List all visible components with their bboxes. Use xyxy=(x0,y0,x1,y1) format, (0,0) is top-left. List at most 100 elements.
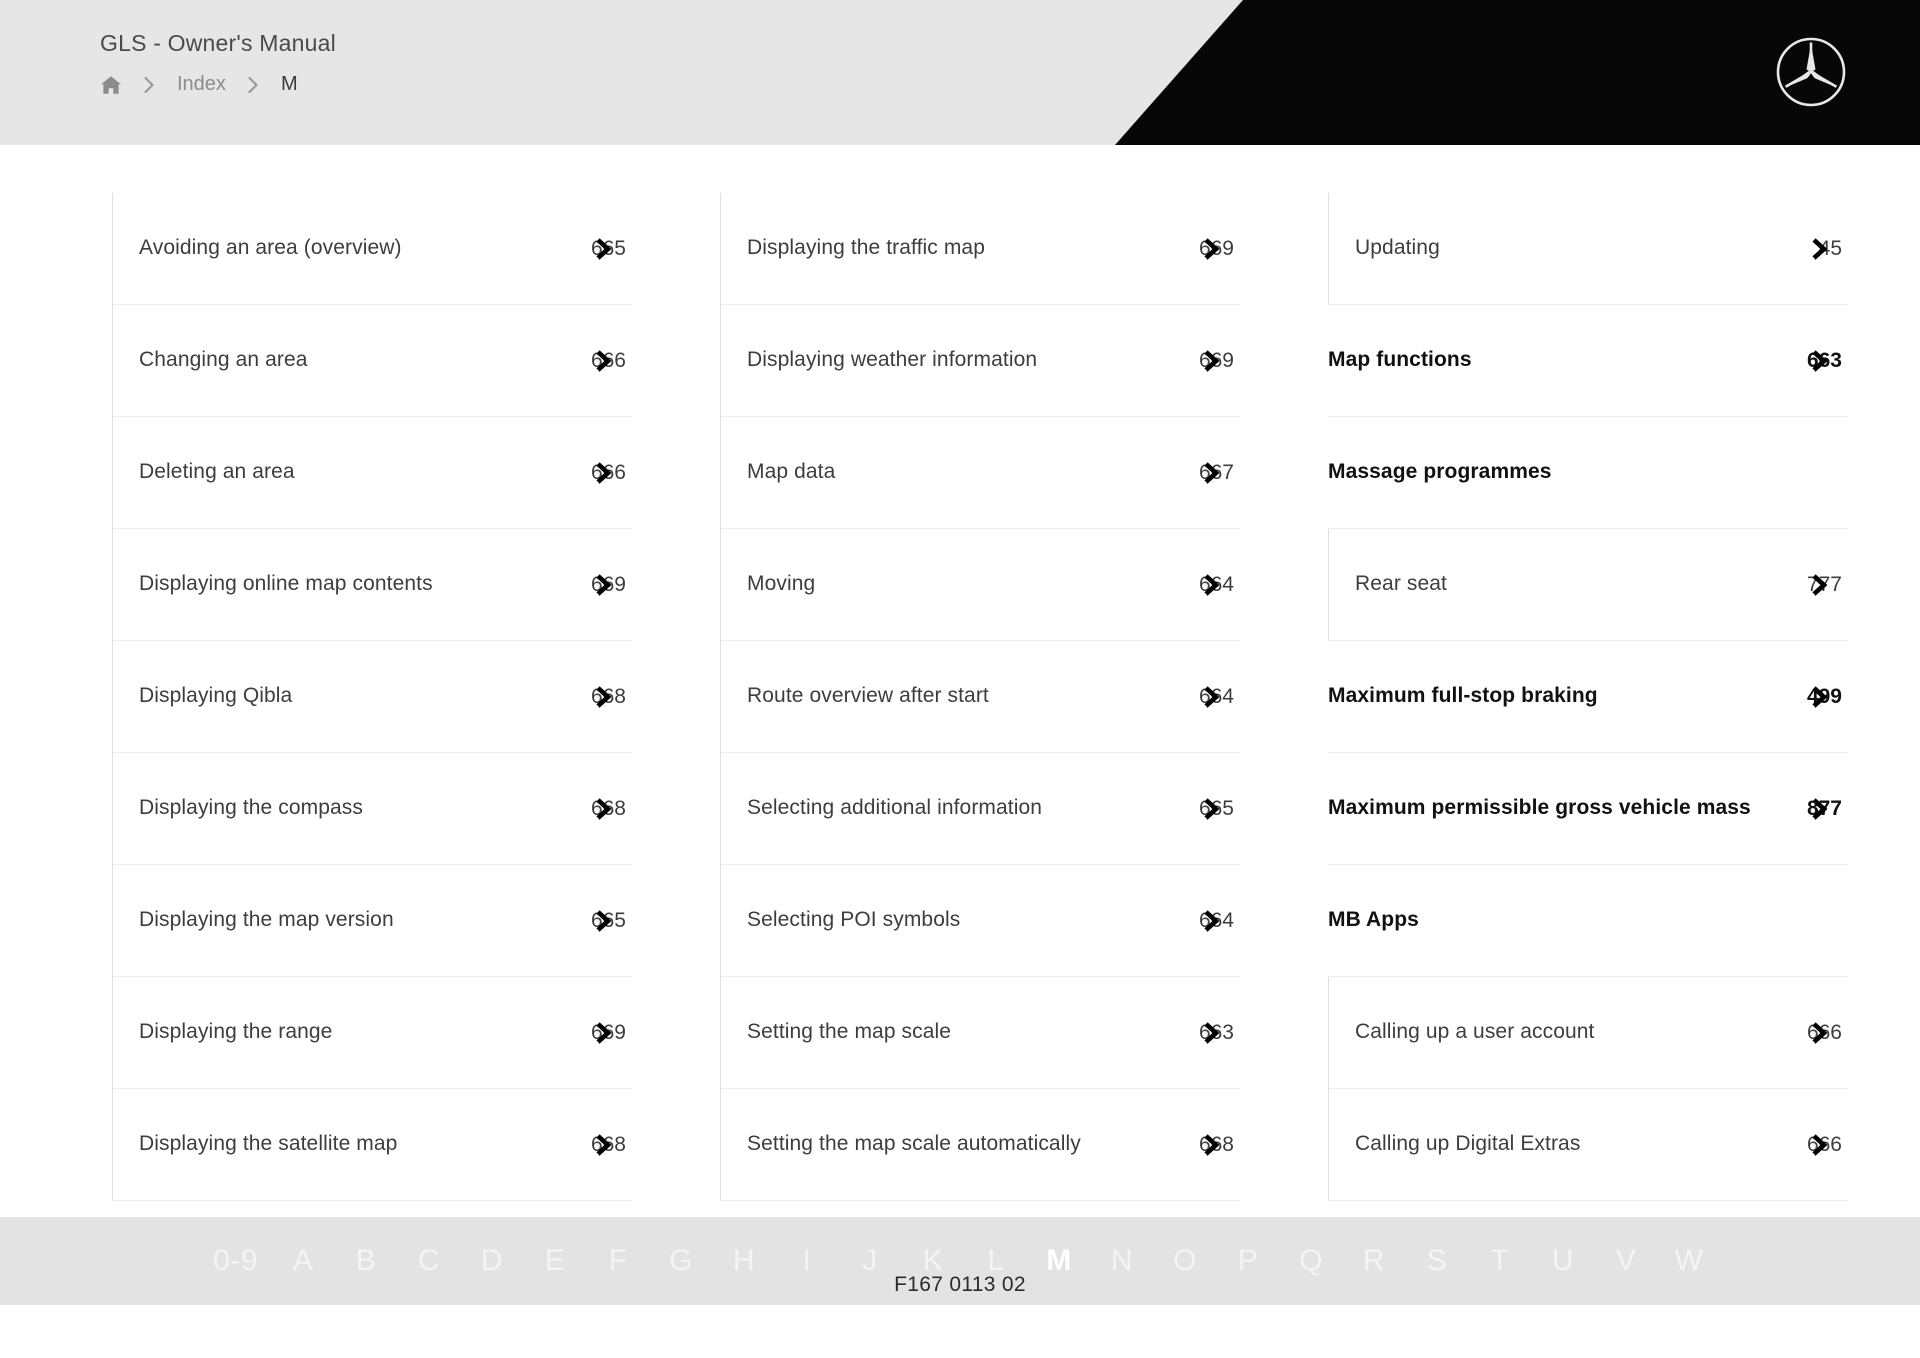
page-reference-link[interactable]: 663 xyxy=(1188,1021,1234,1045)
index-entry-row[interactable]: Map data 667 xyxy=(720,417,1240,529)
page-reference-link[interactable]: 664 xyxy=(1188,573,1234,597)
page-reference-link[interactable]: 668 xyxy=(1188,1133,1234,1157)
home-icon[interactable] xyxy=(100,75,122,95)
page-jump-chevron-icon xyxy=(1809,573,1829,597)
alphabet-nav-item-b[interactable]: B xyxy=(335,1244,398,1278)
page-reference-link[interactable]: 664 xyxy=(1188,909,1234,933)
page-reference-link[interactable]: 668 xyxy=(580,1133,626,1157)
index-entry-row[interactable]: Deleting an area 666 xyxy=(112,417,632,529)
index-entry-label: Map functions xyxy=(1328,348,1472,372)
index-entry-label: Displaying the map version xyxy=(139,908,394,932)
index-entry-row[interactable]: Setting the map scale automatically 668 xyxy=(720,1089,1240,1201)
page-reference-link[interactable]: 667 xyxy=(1188,461,1234,485)
alphabet-nav-item-a[interactable]: A xyxy=(272,1244,335,1278)
page-reference-link[interactable]: 666 xyxy=(580,461,626,485)
page-reference-link[interactable]: 665 xyxy=(1188,797,1234,821)
alphabet-nav-item-g[interactable]: G xyxy=(650,1244,713,1278)
index-entry-inner: Route overview after start 664 xyxy=(747,641,1234,752)
page-jump-chevron-icon xyxy=(1201,797,1221,821)
index-entry-row[interactable]: Calling up Digital Extras 666 xyxy=(1328,1089,1848,1201)
page-reference-link[interactable]: 877 xyxy=(1796,797,1842,821)
header-left-group: GLS - Owner's Manual Index M xyxy=(100,30,336,96)
index-entry-row[interactable]: Displaying online map contents 669 xyxy=(112,529,632,641)
index-entry-row[interactable]: Updating 45 xyxy=(1328,193,1848,305)
index-heading-row[interactable]: Map functions 663 xyxy=(1328,305,1848,417)
alphabet-nav-item-f[interactable]: F xyxy=(587,1244,650,1278)
page-reference-link[interactable]: 45 xyxy=(1796,237,1842,261)
index-entry-inner: Calling up a user account 666 xyxy=(1355,977,1842,1088)
page-reference-link[interactable]: 666 xyxy=(1796,1021,1842,1045)
alphabet-nav-item-j[interactable]: J xyxy=(839,1244,902,1278)
page-reference-link[interactable]: 663 xyxy=(1796,349,1842,373)
page-reference-link[interactable]: 665 xyxy=(580,909,626,933)
index-heading-row[interactable]: Maximum full-stop braking 499 xyxy=(1328,641,1848,753)
alphabet-nav-item-d[interactable]: D xyxy=(461,1244,524,1278)
breadcrumb-item-index[interactable]: Index xyxy=(177,73,226,96)
index-columns: Avoiding an area (overview) 665 Changing a… xyxy=(60,193,1860,1201)
page-title: GLS - Owner's Manual xyxy=(100,30,336,56)
index-entry-row[interactable]: Route overview after start 664 xyxy=(720,641,1240,753)
index-entry-label: Displaying the traffic map xyxy=(747,236,985,260)
alphabet-nav-item-n[interactable]: N xyxy=(1091,1244,1154,1278)
index-entry-row[interactable]: Displaying the satellite map 668 xyxy=(112,1089,632,1201)
page-jump-chevron-icon xyxy=(593,461,613,485)
index-entry-inner: Setting the map scale 663 xyxy=(747,977,1234,1088)
alphabet-nav-item-r[interactable]: R xyxy=(1343,1244,1406,1278)
page-reference-link[interactable]: 665 xyxy=(580,237,626,261)
mercedes-benz-star-icon xyxy=(1775,36,1847,108)
index-entry-inner: Displaying Qibla 668 xyxy=(139,641,626,752)
index-entry-row[interactable]: Avoiding an area (overview) 665 xyxy=(112,193,632,305)
page-reference-link[interactable]: 668 xyxy=(580,797,626,821)
page-reference-link[interactable]: 666 xyxy=(1796,1133,1842,1157)
index-entry-inner: Maximum permissible gross vehicle mass 87… xyxy=(1328,753,1842,864)
index-entry-inner: Selecting additional information 665 xyxy=(747,753,1234,864)
page-reference-link[interactable]: 669 xyxy=(1188,349,1234,373)
page-reference-link[interactable]: 669 xyxy=(1188,237,1234,261)
alphabet-nav-item-i[interactable]: I xyxy=(776,1244,839,1278)
page-reference-link[interactable]: 669 xyxy=(580,1021,626,1045)
index-entry-row[interactable]: Rear seat 777 xyxy=(1328,529,1848,641)
index-entry-row[interactable]: Displaying Qibla 668 xyxy=(112,641,632,753)
page-reference-link[interactable]: 664 xyxy=(1188,685,1234,709)
index-entry-row[interactable]: Displaying the map version 665 xyxy=(112,865,632,977)
alphabet-nav-item-p[interactable]: P xyxy=(1217,1244,1280,1278)
alphabet-nav-item-v[interactable]: V xyxy=(1595,1244,1658,1278)
index-entry-row[interactable]: Moving 664 xyxy=(720,529,1240,641)
page-reference-link[interactable]: 499 xyxy=(1796,685,1842,709)
alphabet-nav-item-h[interactable]: H xyxy=(713,1244,776,1278)
index-entry-label: Deleting an area xyxy=(139,460,295,484)
page-reference-link[interactable]: 668 xyxy=(580,685,626,709)
index-entry-label: Displaying the satellite map xyxy=(139,1132,398,1156)
alphabet-nav-item-t[interactable]: T xyxy=(1469,1244,1532,1278)
alphabet-nav-item-o[interactable]: O xyxy=(1154,1244,1217,1278)
breadcrumb: Index M xyxy=(100,73,336,96)
page-reference-link[interactable]: 669 xyxy=(580,573,626,597)
index-entry-row[interactable]: Selecting additional information 665 xyxy=(720,753,1240,865)
index-entry-inner: Displaying online map contents 669 xyxy=(139,529,626,640)
index-entry-inner: Displaying weather information 669 xyxy=(747,305,1234,416)
alphabet-nav-item-u[interactable]: U xyxy=(1532,1244,1595,1278)
alphabet-nav-item-w[interactable]: W xyxy=(1658,1244,1721,1278)
alphabet-nav-item-c[interactable]: C xyxy=(398,1244,461,1278)
alphabet-nav-item-09[interactable]: 0-9 xyxy=(200,1244,272,1278)
alphabet-nav-item-m[interactable]: M xyxy=(1028,1244,1091,1278)
index-entry-row[interactable]: Calling up a user account 666 xyxy=(1328,977,1848,1089)
alphabet-nav-item-q[interactable]: Q xyxy=(1280,1244,1343,1278)
index-entry-label: Massage programmes xyxy=(1328,460,1552,484)
index-heading-row[interactable]: MB Apps xyxy=(1328,865,1848,977)
index-entry-row[interactable]: Selecting POI symbols 664 xyxy=(720,865,1240,977)
page-jump-chevron-icon xyxy=(593,349,613,373)
chevron-right-icon xyxy=(143,75,156,95)
index-heading-row[interactable]: Massage programmes xyxy=(1328,417,1848,529)
index-entry-row[interactable]: Setting the map scale 663 xyxy=(720,977,1240,1089)
alphabet-nav-item-s[interactable]: S xyxy=(1406,1244,1469,1278)
index-entry-row[interactable]: Displaying the range 669 xyxy=(112,977,632,1089)
index-heading-row[interactable]: Maximum permissible gross vehicle mass 87… xyxy=(1328,753,1848,865)
alphabet-nav-item-e[interactable]: E xyxy=(524,1244,587,1278)
index-entry-row[interactable]: Displaying the compass 668 xyxy=(112,753,632,865)
index-entry-row[interactable]: Displaying weather information 669 xyxy=(720,305,1240,417)
index-entry-row[interactable]: Displaying the traffic map 669 xyxy=(720,193,1240,305)
page-reference-link[interactable]: 666 xyxy=(580,349,626,373)
index-entry-row[interactable]: Changing an area 666 xyxy=(112,305,632,417)
page-reference-link[interactable]: 777 xyxy=(1796,573,1842,597)
